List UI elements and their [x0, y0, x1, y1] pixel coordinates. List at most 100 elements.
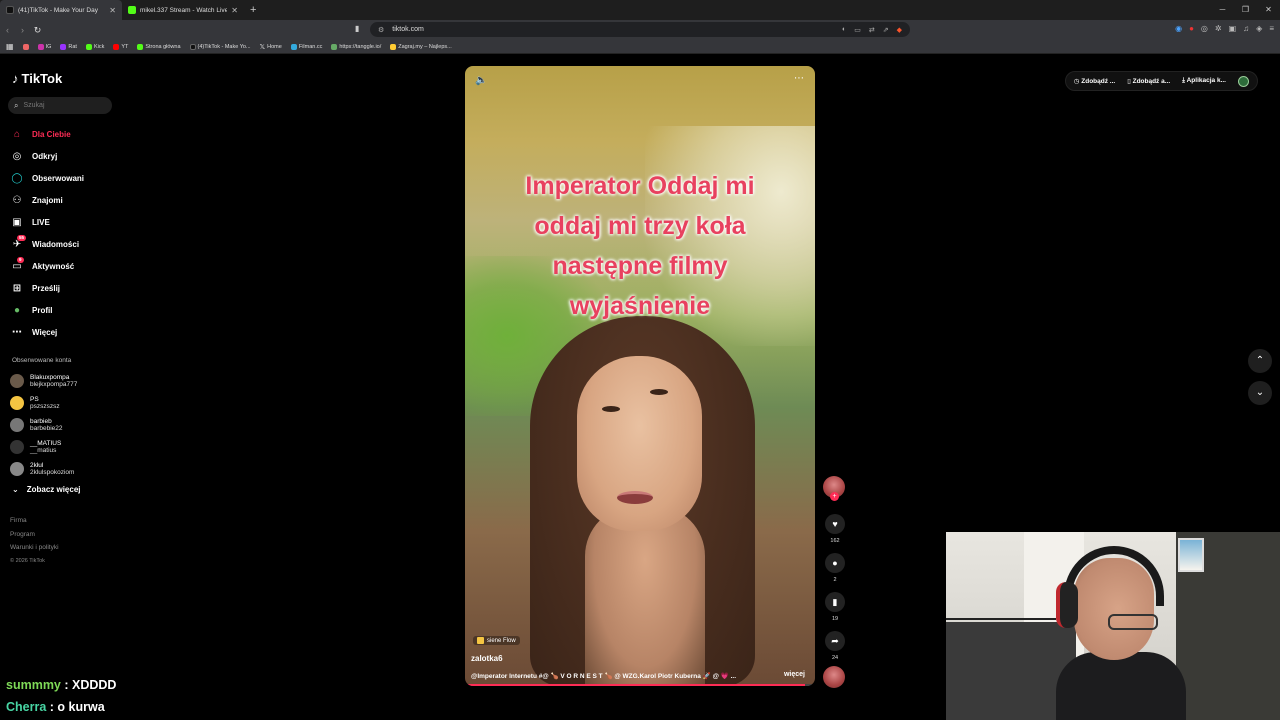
forward-icon[interactable]: › [15, 25, 30, 35]
close-tab-icon[interactable]: ✕ [109, 6, 116, 15]
comment-action[interactable]: ● 2 [823, 553, 847, 583]
new-tab-button[interactable]: + [244, 4, 262, 16]
wallet-icon[interactable]: ◈ [1256, 24, 1262, 33]
nav-messages[interactable]: ✈ 55 Wiadomości [10, 233, 84, 255]
search-input[interactable]: ⌕ Szukaj [8, 97, 112, 114]
bookmark-item[interactable]: Rat [60, 43, 77, 50]
video-progress-bar[interactable] [465, 684, 815, 686]
eye-off-icon[interactable]: ◐ [842, 26, 846, 34]
nav-label: Odkryj [32, 151, 58, 161]
nav-activity[interactable]: ▭ 9 Aktywność [10, 255, 84, 277]
music-icon[interactable]: ♫ [1243, 24, 1249, 33]
apps-icon[interactable]: ▦ [6, 42, 14, 51]
video-face [577, 356, 702, 531]
minimize-icon[interactable]: ─ [1211, 0, 1234, 20]
url-text[interactable]: tiktok.com [392, 26, 424, 33]
extension-icon[interactable]: ◎ [1201, 24, 1208, 33]
followed-account[interactable]: __MATIUS __matius [10, 436, 77, 458]
music-disc-avatar[interactable] [823, 666, 845, 688]
home-icon: ⌂ [13, 128, 21, 140]
chat-text: XDDDD [72, 678, 117, 692]
omnibox[interactable]: ⚙ tiktok.com ◐ ▭ ⇄ ⇗ ◆ [370, 22, 910, 37]
more-options-icon[interactable]: ⋯ [794, 73, 805, 84]
comment-icon[interactable]: ● [825, 553, 845, 573]
puzzle-icon[interactable]: ✲ [1215, 24, 1222, 33]
nav-following[interactable]: ◯ Obserwowani [10, 167, 84, 189]
get-app-button[interactable]: ▯ Zdobądź a... [1127, 77, 1170, 85]
save-action[interactable]: ▮ 19 [823, 592, 847, 622]
bookmark-item[interactable]: Kick [85, 43, 104, 50]
close-tab-icon[interactable]: ✕ [231, 6, 238, 15]
video-neck [585, 506, 705, 686]
video-author[interactable]: zalotka6 [471, 654, 503, 663]
share-icon[interactable]: ➦ [825, 631, 845, 651]
back-icon[interactable]: ‹ [0, 25, 15, 35]
menu-icon[interactable]: ≡ [1269, 24, 1274, 33]
followed-account[interactable]: PS pszszszsz [10, 392, 77, 414]
bookmark-item[interactable]: YT [113, 43, 128, 50]
footer-link[interactable]: Program [10, 531, 59, 545]
nav-explore[interactable]: ◎ Odkryj [10, 145, 84, 167]
stream-chat-overlay: summmy : XDDDD Cherra : o kurwa [6, 676, 116, 720]
nav-friends[interactable]: ⚇ Znajomi [10, 189, 84, 211]
bookmark-icon[interactable]: ▮ [825, 592, 845, 612]
effect-tag[interactable]: siene Flow [473, 636, 520, 645]
followed-account[interactable]: Blakuxpompa blejkxpompa777 [10, 370, 77, 392]
close-window-icon[interactable]: ✕ [1257, 0, 1280, 20]
share-action[interactable]: ➦ 24 [823, 631, 847, 661]
nav-live[interactable]: ▣ LIVE [10, 211, 84, 233]
bookmark-item[interactable]: Filman.cc [290, 43, 322, 50]
follow-plus-icon[interactable]: + [830, 492, 839, 501]
share-icon[interactable]: ⇗ [883, 26, 889, 34]
see-more-button[interactable]: ⌄ Zobacz więcej [12, 485, 81, 494]
brave-shield-icon[interactable]: ◆ [897, 26, 902, 34]
nav-more[interactable]: ⋯ Więcej [10, 321, 84, 343]
extension-icon[interactable]: ◉ [1175, 24, 1182, 33]
nav-upload[interactable]: ⊞ Prześlij [10, 277, 84, 299]
extension-icon[interactable]: ● [1189, 24, 1194, 33]
video-player[interactable]: Imperator Oddaj mi oddaj mi trzy koła na… [465, 66, 815, 686]
chat-message: Cherra : o kurwa [6, 700, 105, 714]
nav-for-you[interactable]: ⌂ Dla Ciebie [10, 123, 84, 145]
sidebar-icon[interactable]: ▣ [1229, 24, 1237, 33]
bookmark-item[interactable]: Strona główna [137, 43, 181, 50]
cast-icon[interactable]: ▭ [854, 26, 861, 34]
followed-account[interactable]: barbieb barbebie22 [10, 414, 77, 436]
tiktok-logo[interactable]: ♪ TikTok [12, 71, 62, 86]
get-coins-button[interactable]: ◷ Zdobądź ... [1074, 77, 1115, 85]
desktop-app-button[interactable]: ⤓ Aplikacja k... [1182, 77, 1226, 85]
bookmark-item[interactable]: Zagraj.my – Najleps... [390, 43, 452, 50]
window-controls: ─ ❐ ✕ [1211, 0, 1280, 20]
site-info-icon[interactable]: ⚙ [378, 26, 384, 34]
sidebar-footer: Firma Program Warunki i polityki © 2026 … [10, 517, 59, 571]
more-description-button[interactable]: więcej [784, 671, 805, 678]
previous-video-button[interactable]: ⌃ [1248, 349, 1272, 373]
bookmark-item[interactable] [22, 43, 29, 50]
followed-account[interactable]: 2kłul 2klulspokoziom [10, 458, 77, 480]
bookmark-item[interactable]: (4)TikTok - Make Yo... [189, 43, 251, 50]
instagram-icon [37, 43, 44, 50]
footer-link[interactable]: Firma [10, 517, 59, 531]
heart-icon[interactable]: ♥ [825, 514, 845, 534]
like-action[interactable]: ♥ 162 [823, 514, 847, 544]
nav-profile[interactable]: ● Profil [10, 299, 84, 321]
footer-link[interactable]: Warunki i polityki [10, 544, 59, 558]
account-name: __MATIUS [30, 439, 62, 447]
user-avatar[interactable] [1238, 75, 1249, 87]
bookmark-item[interactable]: https://tanggle.io/ [331, 43, 381, 50]
tab-tiktok[interactable]: (41)TikTok - Make Your Day ✕ [0, 0, 122, 20]
next-video-button[interactable]: ⌄ [1248, 381, 1272, 405]
translate-icon[interactable]: ⇄ [869, 26, 875, 34]
bookmark-icon[interactable]: ▮ [355, 24, 359, 33]
kick-icon [85, 43, 92, 50]
creator-avatar[interactable]: + [823, 476, 845, 501]
account-username: barbebie22 [30, 425, 63, 432]
tab-kick[interactable]: mikel.337 Stream - Watch Live on Ki ✕ [122, 0, 244, 20]
bookmark-item[interactable]: 𝕏 Home [260, 43, 282, 51]
restore-icon[interactable]: ❐ [1234, 0, 1257, 20]
volume-icon[interactable]: 🔈 [475, 75, 487, 86]
reload-icon[interactable]: ↻ [30, 25, 45, 36]
bookmark-item[interactable]: IG [37, 43, 51, 50]
nav-label: Obserwowani [32, 173, 85, 183]
bookmark-label: Strona główna [145, 43, 181, 50]
